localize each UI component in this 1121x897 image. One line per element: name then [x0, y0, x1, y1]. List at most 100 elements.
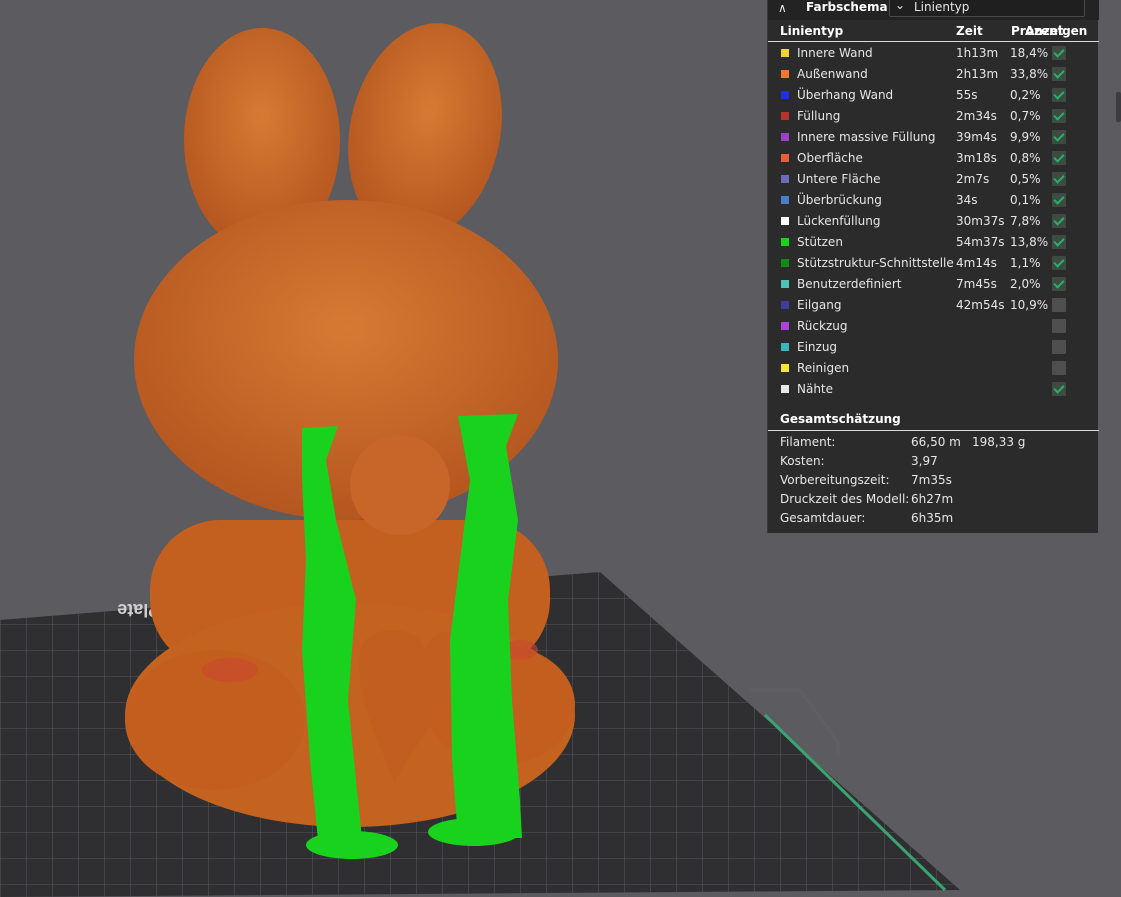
line-type-percent: 0,8% [1010, 151, 1041, 165]
color-scheme-select[interactable]: ⌄ Linientyp [889, 0, 1085, 17]
visibility-checkbox[interactable] [1052, 151, 1066, 165]
line-type-percent: 33,8% [1010, 67, 1049, 81]
line-type-time: 2h13m [956, 67, 999, 81]
color-swatch [781, 49, 789, 57]
line-type-name: Innere massive Füllung [797, 130, 936, 144]
visibility-checkbox[interactable] [1052, 109, 1066, 123]
visibility-checkbox[interactable] [1052, 130, 1066, 144]
line-type-percent: 0,1% [1010, 193, 1041, 207]
line-type-percent: 0,7% [1010, 109, 1041, 123]
legend-row: Untere Fläche 2m7s 0,5% [768, 169, 1099, 190]
color-swatch [781, 70, 789, 78]
line-type-time: 7m45s [956, 277, 997, 291]
color-scheme-title: Farbschema [806, 0, 888, 14]
line-type-time: 55s [956, 88, 978, 102]
visibility-checkbox[interactable] [1052, 340, 1066, 354]
line-type-time: 4m14s [956, 256, 997, 270]
cost-label: Kosten: [780, 454, 825, 468]
color-swatch [781, 280, 789, 288]
line-type-name: Nähte [797, 382, 834, 396]
line-type-name: Stützen [797, 235, 843, 249]
color-swatch [781, 385, 789, 393]
line-type-time: 30m37s [956, 214, 1005, 228]
line-type-name: Außenwand [797, 67, 868, 81]
legend-row: Innere Wand 1h13m 18,4% [768, 43, 1099, 64]
visibility-checkbox[interactable] [1052, 193, 1066, 207]
legend-row: Stützen 54m37s 13,8% [768, 232, 1099, 253]
total-time-value: 6h35m [911, 511, 954, 525]
line-type-name: Stützstruktur-Schnittstelle [797, 256, 954, 270]
line-type-percent: 1,1% [1010, 256, 1041, 270]
line-type-percent: 18,4% [1010, 46, 1049, 60]
legend-row: Benutzerdefiniert 7m45s 2,0% [768, 274, 1099, 295]
visibility-checkbox[interactable] [1052, 172, 1066, 186]
color-swatch [781, 154, 789, 162]
total-estimate-title: Gesamtschätzung [780, 412, 901, 426]
viewport-scroll-handle[interactable] [1116, 92, 1121, 122]
line-type-name: Rückzug [797, 319, 848, 333]
line-type-percent: 2,0% [1010, 277, 1041, 291]
legend-row: Einzug [768, 337, 1099, 358]
color-swatch [781, 259, 789, 267]
color-swatch [781, 301, 789, 309]
color-swatch [781, 175, 789, 183]
collapse-chevron-icon[interactable]: ∧ [778, 1, 787, 15]
legend-row: Innere massive Füllung 39m4s 9,9% [768, 127, 1099, 148]
line-type-time: 39m4s [956, 130, 997, 144]
visibility-checkbox[interactable] [1052, 277, 1066, 291]
line-type-percent: 13,8% [1010, 235, 1049, 249]
visibility-checkbox[interactable] [1052, 298, 1066, 312]
visibility-checkbox[interactable] [1052, 235, 1066, 249]
column-header-show: Anzeigen [1025, 24, 1088, 38]
summary-cost: Kosten: 3,97 [768, 452, 1099, 471]
legend-row: Oberfläche 3m18s 0,8% [768, 148, 1099, 169]
line-type-percent: 0,2% [1010, 88, 1041, 102]
filament-length: 66,50 m [911, 435, 961, 449]
line-type-time: 54m37s [956, 235, 1005, 249]
slice-statistics-panel: ∧ Farbschema ⌄ Linientyp Linientyp Zeit … [767, 0, 1099, 533]
header-divider [768, 41, 1099, 42]
line-type-name: Innere Wand [797, 46, 873, 60]
line-type-name: Untere Fläche [797, 172, 881, 186]
line-type-time: 1h13m [956, 46, 999, 60]
color-swatch [781, 133, 789, 141]
visibility-checkbox[interactable] [1052, 214, 1066, 228]
prep-time-label: Vorbereitungszeit: [780, 473, 890, 487]
color-swatch [781, 112, 789, 120]
legend-row: Reinigen [768, 358, 1099, 379]
line-type-time: 3m18s [956, 151, 997, 165]
color-swatch [781, 364, 789, 372]
line-type-name: Einzug [797, 340, 838, 354]
filament-label: Filament: [780, 435, 836, 449]
color-scheme-value: Linientyp [914, 0, 970, 14]
line-type-name: Oberfläche [797, 151, 863, 165]
line-type-time: 34s [956, 193, 978, 207]
visibility-checkbox[interactable] [1052, 382, 1066, 396]
legend-row: Lückenfüllung 30m37s 7,8% [768, 211, 1099, 232]
summary-prep-time: Vorbereitungszeit: 7m35s [768, 471, 1099, 490]
chevron-down-icon: ⌄ [895, 0, 906, 12]
line-type-name: Überbrückung [797, 193, 882, 207]
visibility-checkbox[interactable] [1052, 88, 1066, 102]
legend-row: Überhang Wand 55s 0,2% [768, 85, 1099, 106]
line-type-percent: 9,9% [1010, 130, 1041, 144]
summary-divider [768, 430, 1099, 431]
line-type-time: 42m54s [956, 298, 1005, 312]
line-type-name: Füllung [797, 109, 841, 123]
filament-weight: 198,33 g [972, 435, 1026, 449]
model-time-value: 6h27m [911, 492, 954, 506]
visibility-checkbox[interactable] [1052, 319, 1066, 333]
prep-time-value: 7m35s [911, 473, 952, 487]
line-type-name: Eilgang [797, 298, 842, 312]
color-swatch [781, 343, 789, 351]
visibility-checkbox[interactable] [1052, 67, 1066, 81]
summary-total-time: Gesamtdauer: 6h35m [768, 509, 1099, 528]
line-type-name: Überhang Wand [797, 88, 894, 102]
visibility-checkbox[interactable] [1052, 256, 1066, 270]
line-type-name: Reinigen [797, 361, 850, 375]
line-type-percent: 0,5% [1010, 172, 1041, 186]
visibility-checkbox[interactable] [1052, 361, 1066, 375]
line-type-time: 2m7s [956, 172, 990, 186]
line-type-percent: 7,8% [1010, 214, 1041, 228]
visibility-checkbox[interactable] [1052, 46, 1066, 60]
